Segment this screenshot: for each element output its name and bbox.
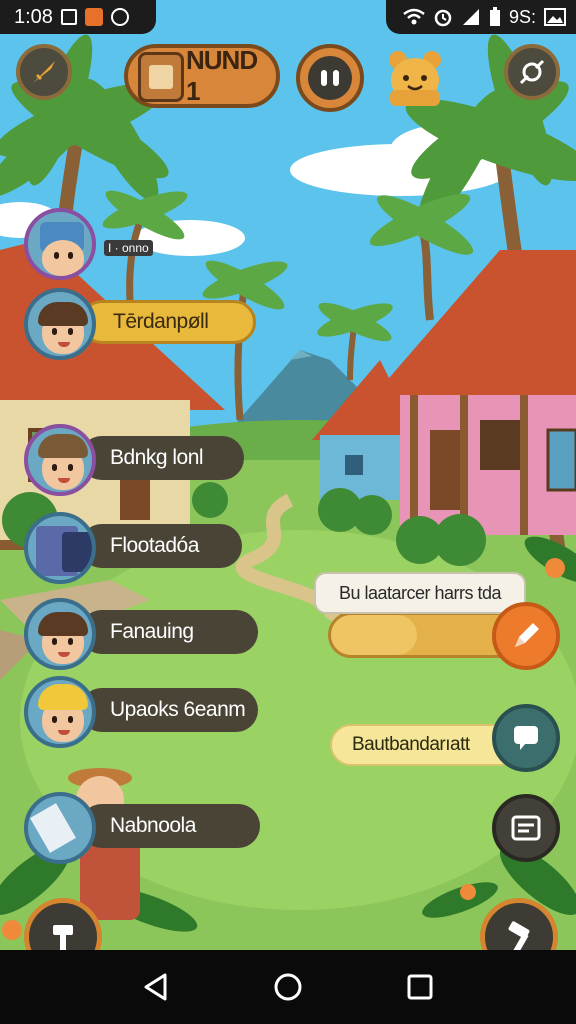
signal-icon [462,9,479,25]
chat-icon [514,726,538,750]
status-bar-left: 1:08 [0,0,156,34]
status-bar: 1:08 9S: [0,0,576,34]
level-label: NUND 1 [186,45,258,106]
character-label: Tērdanpøll [80,300,256,344]
mascot-profile-button[interactable] [384,44,446,108]
character-label: Upaoks 6eanm [80,688,258,732]
settings-button[interactable] [504,44,560,100]
character-avatar[interactable] [24,676,96,748]
pencil-icon [515,623,539,647]
character-avatar[interactable] [24,424,96,496]
character-avatar[interactable] [24,792,96,864]
alarm-icon [434,9,452,27]
image-icon [544,8,566,26]
home-icon[interactable] [273,972,303,1002]
back-icon[interactable] [141,972,171,1002]
level-chest-icon [138,52,184,102]
edit-button[interactable] [492,602,560,670]
character-avatar[interactable] [24,288,96,360]
character-label: Fanauing [80,610,258,654]
square-notification-icon [60,9,77,25]
character-avatar[interactable] [24,208,96,280]
pause-icon [308,56,352,100]
hint-card: Bu laatarcer harrs tda [314,572,526,614]
character-avatar[interactable] [24,598,96,670]
wifi-icon [403,8,425,25]
character-label: Nabnoola [80,804,260,848]
sword-icon [33,61,55,83]
pause-button[interactable] [296,44,364,112]
wrench-icon [519,59,545,85]
character-label: Bdnkg lonl [80,436,244,480]
task-button[interactable]: Bautbandarıatt [330,724,520,766]
navigation-bar [0,950,576,1024]
level-indicator[interactable]: NUND 1 [124,44,280,108]
card-icon [511,815,541,841]
sync-notification-icon [110,8,129,26]
recents-icon[interactable] [405,972,435,1002]
sword-button[interactable] [16,44,72,100]
quest-progress-fill [331,615,417,655]
chat-button[interactable] [492,704,560,772]
status-time: 1:08 [14,5,53,28]
status-bar-right: 9S: [386,0,576,34]
mascot-face-icon [389,51,441,106]
character-mini-tag: I · onno [104,240,153,256]
battery-icon [489,7,500,26]
inventory-button[interactable] [492,794,560,862]
battery-text: 9S: [508,6,536,27]
app-notification-icon [84,8,103,26]
character-label: Flootadóa [80,524,242,568]
character-avatar[interactable] [24,512,96,584]
